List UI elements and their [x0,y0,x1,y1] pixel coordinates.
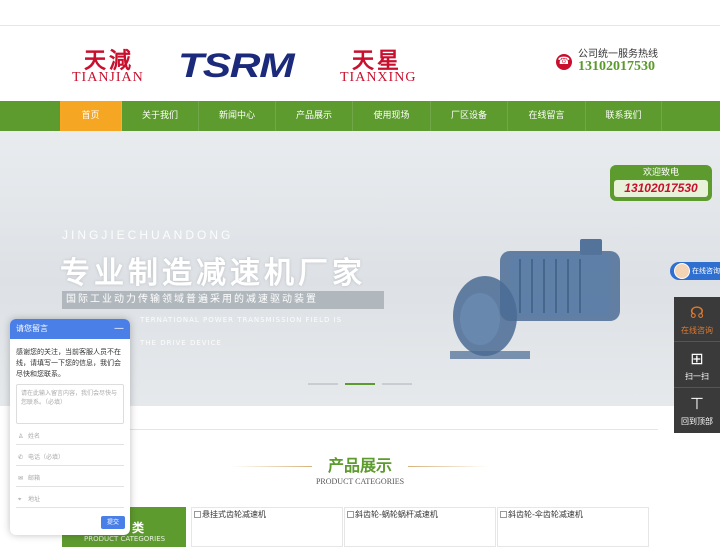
mail-icon: ✉ [18,475,24,482]
banner-pinyin: JINGJIECHUANDONG [62,228,234,242]
side-item-consult-label: 在线咨询 [681,326,713,335]
nav-item-news[interactable]: 新闻中心 [199,101,276,131]
phone-field[interactable]: ✆ 电话（必填） [16,449,124,466]
submit-button[interactable]: 提交 [101,516,125,529]
banner-en-line1: TERNATIONAL POWER TRANSMISSION FIELD IS [140,316,343,324]
site-header: 天減 TIANJIAN TSRM 天星 TIANXING ☎ 公司统一服务热线 … [0,27,720,101]
banner-en-line2: THE DRIVE DEVICE [140,339,222,347]
product-card-3[interactable]: 斜齿轮-伞齿轮减速机 [497,507,649,547]
message-textarea[interactable]: 请在此输入留言内容，我们会尽快与您联系。（必填） [16,384,124,424]
online-chat-tab[interactable]: 在线咨询 [670,262,720,280]
arrow-up-icon: ⊤ [690,394,704,413]
welcome-label: 欢迎致电 [642,168,679,178]
logo-tianxing-en[interactable]: TIANXING [340,70,416,86]
chat-tab-label: 在线咨询 [692,267,720,275]
message-intro: 感谢您的关注，当前客服人员不在线，请填写一下您的信息，我们会尽快和您联系。 [16,348,121,378]
name-field[interactable]: ♙ 姓名 [16,428,124,445]
address-placeholder: 地址 [28,496,41,503]
nav-item-products[interactable]: 产品展示 [276,101,353,131]
welcome-number: 13102017530 [614,180,708,197]
headset-icon: ☊ [689,303,705,322]
top-bar [0,0,720,26]
minimize-button[interactable]: — [114,319,124,339]
category-title: 类 [132,521,145,535]
name-placeholder: 姓名 [28,433,41,440]
side-item-top-label: 回到顶部 [681,417,713,426]
address-field[interactable]: ⌖ 地址 [16,491,124,508]
logo-tsrm[interactable]: TSRM [178,47,295,86]
slide-dot-2[interactable] [345,383,375,385]
user-icon: ♙ [18,433,24,440]
nav-item-contact[interactable]: 联系我们 [586,101,662,131]
nav-item-message[interactable]: 在线留言 [508,101,586,131]
message-header: 请您留言 — [10,319,130,339]
nav-item-home[interactable]: 首页 [60,101,122,131]
side-item-scan-label: 扫一扫 [685,372,709,381]
gear-motor-image [450,239,620,359]
broken-image-icon [347,511,354,518]
hotline-label: 公司统一服务热线 [578,49,658,60]
banner-title: 专业制造减速机厂家 [60,256,366,291]
section-divider [62,429,658,430]
email-field[interactable]: ✉ 邮箱 [16,470,124,487]
phone-placeholder: 电话（必填） [28,454,65,461]
broken-image-icon [500,511,507,518]
welcome-call-box[interactable]: 欢迎致电 13102017530 [610,165,712,201]
side-item-back-to-top[interactable]: ⊤ 回到顶部 [674,388,720,433]
category-subtitle: PRODUCT CATEGORIES [84,535,166,543]
hotline-number: 13102017530 [578,59,655,74]
product-alt-2: 斜齿轮-蜗轮蜗杆减速机 [355,510,438,519]
phone-icon: ✆ [18,454,24,461]
main-nav: 首页 关于我们 新闻中心 产品展示 使用现场 厂区设备 在线留言 联系我们 [0,101,720,131]
product-card-2[interactable]: 斜齿轮-蜗轮蜗杆减速机 [344,507,496,547]
broken-image-icon [194,511,201,518]
leave-message-widget: 请您留言 — 感谢您的关注，当前客服人员不在线，请填写一下您的信息，我们会尽快和… [10,319,130,535]
slide-dot-1[interactable] [308,383,338,385]
email-placeholder: 邮箱 [28,475,41,482]
floating-side-bar: ☊ 在线咨询 ⊞ 扫一扫 ⊤ 回到顶部 [674,297,720,433]
nav-item-sites[interactable]: 使用现场 [353,101,431,131]
slide-dot-3[interactable] [382,383,412,385]
product-alt-3: 斜齿轮-伞齿轮减速机 [508,510,583,519]
banner-subtitle: 国际工业动力传输领域普遍采用的减速驱动装置 [62,291,384,309]
product-card-1[interactable]: 悬挂式齿轮减速机 [191,507,343,547]
avatar [674,263,690,279]
qrcode-icon: ⊞ [690,349,704,368]
nav-item-about[interactable]: 关于我们 [122,101,199,131]
side-item-scan[interactable]: ⊞ 扫一扫 [674,343,720,388]
product-alt-1: 悬挂式齿轮减速机 [202,510,266,519]
side-item-consult[interactable]: ☊ 在线咨询 [674,297,720,342]
phone-icon: ☎ [556,54,572,70]
location-icon: ⌖ [18,496,22,503]
nav-item-equipment[interactable]: 厂区设备 [431,101,508,131]
message-header-title: 请您留言 [16,324,48,333]
logo-tianjian-en[interactable]: TIANJIAN [72,70,144,86]
